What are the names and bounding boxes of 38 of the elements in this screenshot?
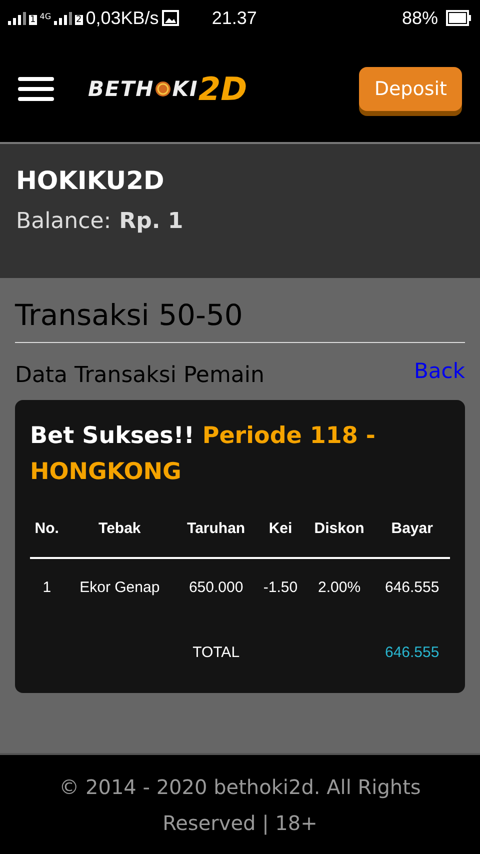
- table-cell: 2.00%: [304, 558, 374, 616]
- signal-icon: [54, 11, 72, 25]
- column-header: Tebak: [64, 510, 176, 558]
- column-header: No.: [30, 510, 64, 558]
- signal-icon: [8, 11, 26, 25]
- network-label: 4G: [40, 12, 52, 20]
- clock-time: 21.37: [212, 8, 257, 28]
- copyright-text: © 2014 - 2020 bethoki2d. All Rights Reserved | 18+: [58, 774, 422, 837]
- logo-text: KI: [172, 77, 198, 101]
- column-header: Kei: [256, 510, 304, 558]
- deposit-button[interactable]: Deposit: [359, 67, 462, 111]
- column-header: Taruhan: [176, 510, 257, 558]
- menu-icon[interactable]: [18, 76, 54, 102]
- total-value: 646.555: [384, 643, 440, 663]
- column-header: Bayar: [374, 510, 450, 558]
- section-title: Data Transaksi Pemain: [15, 363, 264, 388]
- balance-label: Balance:: [16, 209, 112, 234]
- battery-icon: [446, 10, 472, 26]
- column-header: Diskon: [304, 510, 374, 558]
- bet-status-heading: Bet Sukses!! Periode 118 - HONGKONG: [30, 422, 376, 487]
- back-link[interactable]: Back: [414, 359, 465, 388]
- table-cell: 646.555: [374, 558, 450, 616]
- table-cell: Ekor Genap: [64, 558, 176, 616]
- logo-text: 2D: [198, 70, 248, 108]
- username: HOKIKU2D: [16, 166, 166, 195]
- table-cell: -1.50: [256, 558, 304, 616]
- network-speed: 0,03KB/s: [86, 8, 159, 28]
- table-cell: 1: [30, 558, 64, 616]
- balance-value: Rp. 1: [119, 209, 184, 234]
- sim-badge: 2: [75, 14, 83, 24]
- total-label: TOTAL: [192, 643, 241, 663]
- table-cell: 650.000: [176, 558, 257, 616]
- image-icon: [162, 10, 179, 26]
- coin-icon: [155, 81, 172, 97]
- sim-badge: 1: [29, 14, 37, 24]
- battery-percent: 88%: [402, 8, 438, 28]
- logo-text: BETH: [88, 77, 154, 101]
- page-title: Transaksi 50-50: [15, 278, 465, 343]
